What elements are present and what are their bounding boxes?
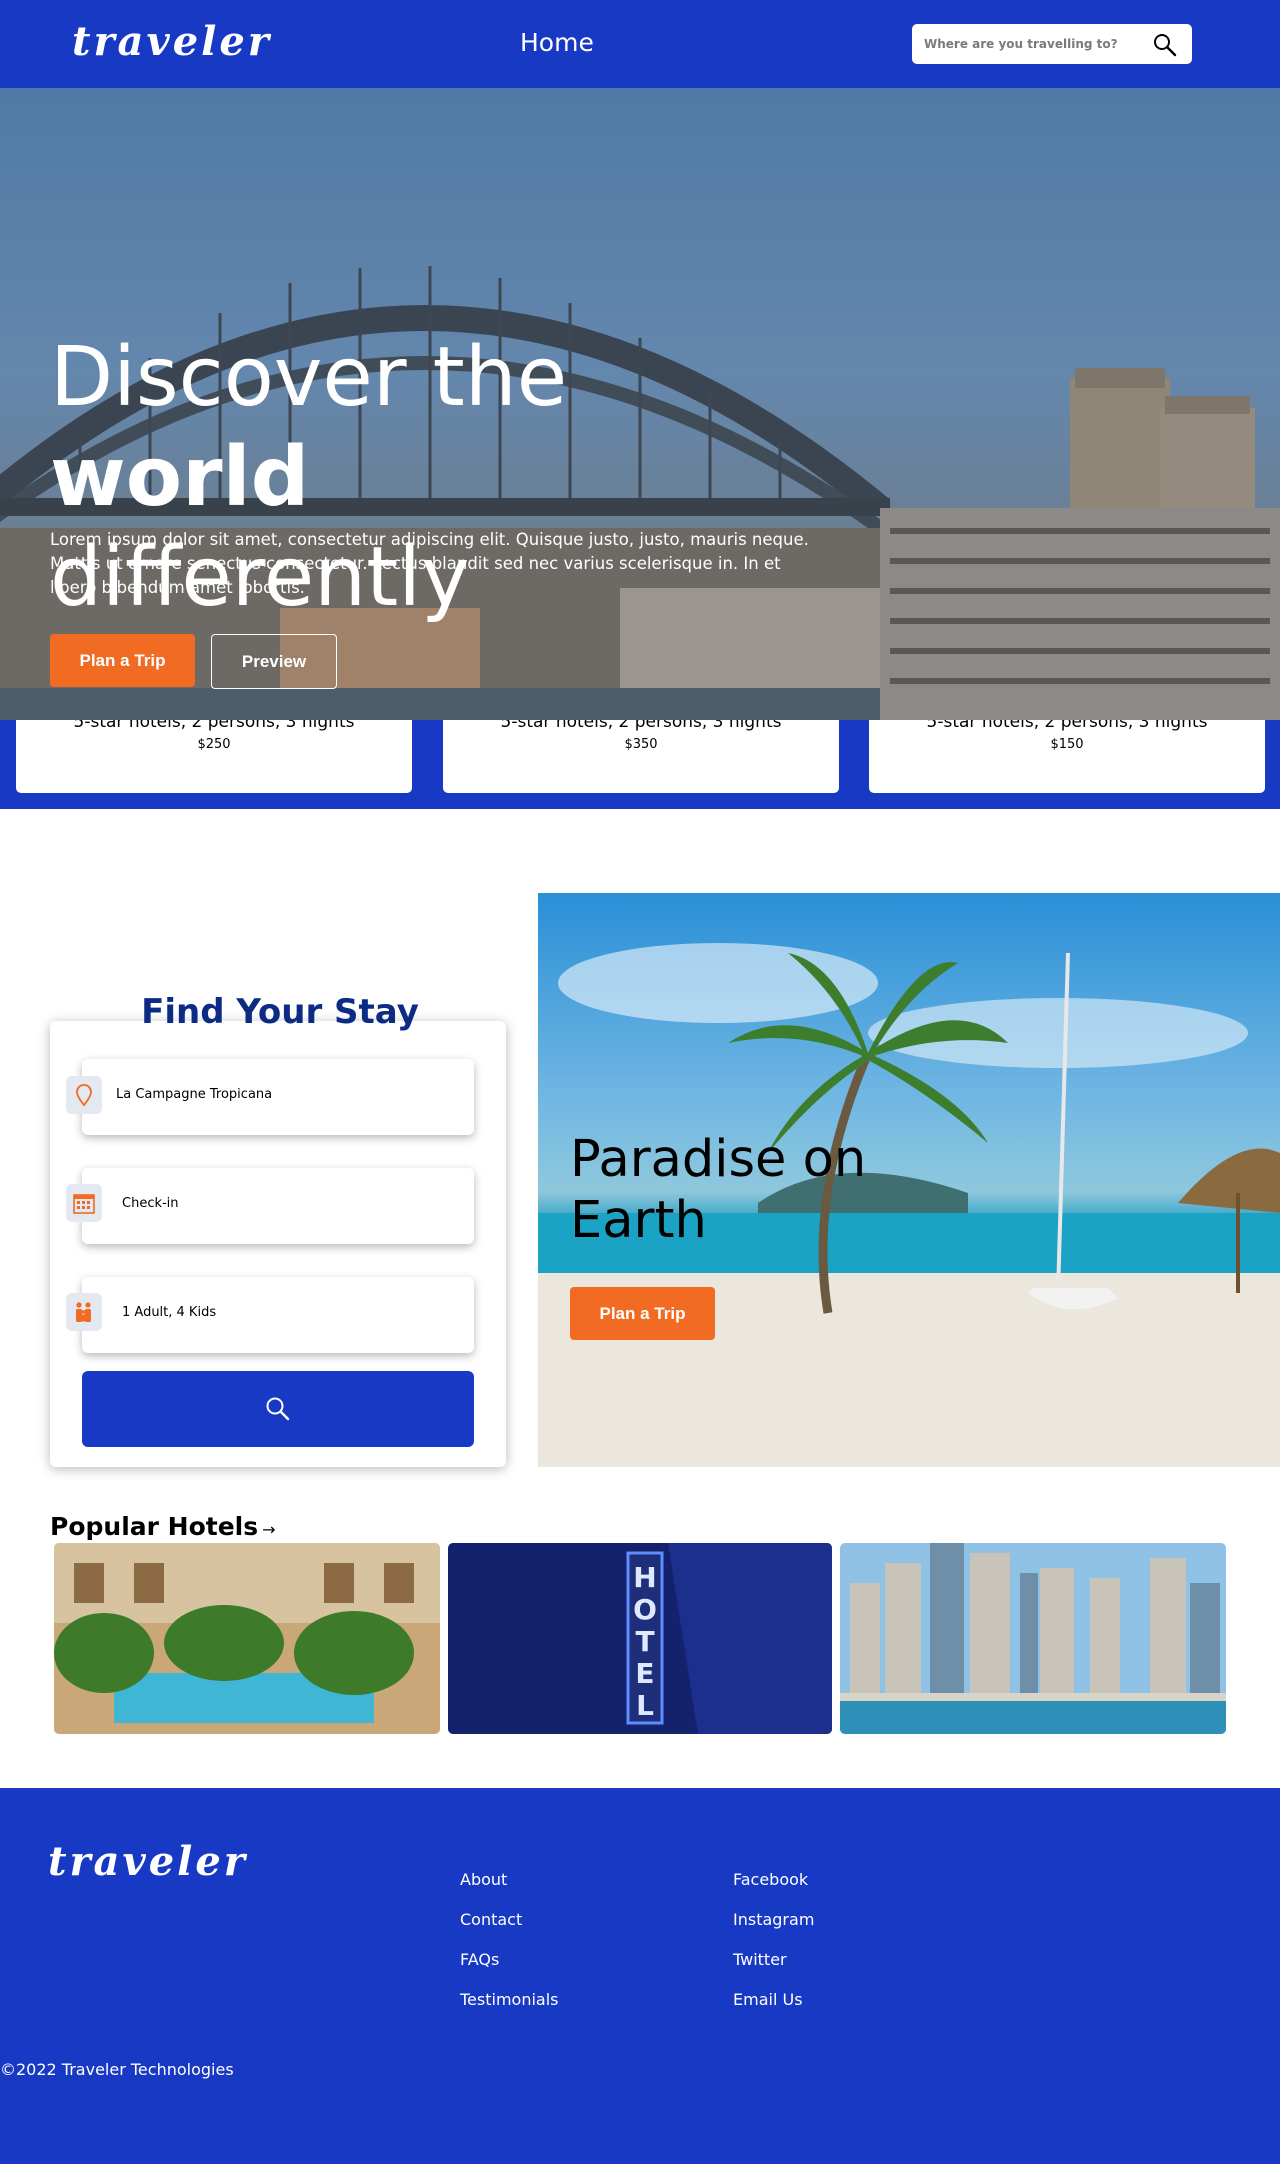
search-icon[interactable] xyxy=(1152,32,1178,58)
calendar-icon xyxy=(66,1184,102,1222)
deal-price: $350 xyxy=(624,737,658,752)
popular-hotels-heading[interactable]: Popular Hotels → xyxy=(50,1512,276,1541)
footer-link-instagram[interactable]: Instagram xyxy=(733,1910,814,1950)
paradise-plan-trip-button[interactable]: Plan a Trip xyxy=(570,1287,715,1340)
family-icon xyxy=(66,1293,102,1331)
deal-description: 5-star hotels, 2 persons, 3 nights xyxy=(500,720,782,732)
paradise-section: Paradise on Earth Plan a Trip xyxy=(538,893,1280,1467)
footer-traveler-logo[interactable]: traveler xyxy=(48,1838,248,1885)
footer: traveler About Contact FAQs Testimonials… xyxy=(0,1788,1280,2164)
deal-price: $150 xyxy=(1050,737,1084,752)
location-field[interactable]: La Campagne Tropicana xyxy=(82,1059,474,1135)
find-stay-title: Find Your Stay xyxy=(141,992,419,1032)
checkin-field[interactable]: Check-in xyxy=(82,1168,474,1244)
hero-description: Lorem ipsum dolor sit amet, consectetur … xyxy=(50,530,809,597)
svg-text:E: E xyxy=(635,1657,654,1690)
svg-text:O: O xyxy=(633,1593,657,1626)
location-value: La Campagne Tropicana xyxy=(116,1087,273,1102)
footer-link-about[interactable]: About xyxy=(460,1870,559,1910)
deal-card[interactable]: 5-star hotels, 2 persons, 3 nights $350 xyxy=(443,720,839,793)
hero-plan-trip-button[interactable]: Plan a Trip xyxy=(50,634,195,687)
footer-link-email[interactable]: Email Us xyxy=(733,1990,814,2030)
traveler-logo[interactable]: traveler xyxy=(72,18,272,65)
footer-links-company: About Contact FAQs Testimonials xyxy=(460,1870,559,2030)
footer-link-testimonials[interactable]: Testimonials xyxy=(460,1990,559,2030)
arrow-right-icon: → xyxy=(262,1520,276,1539)
checkin-label: Check-in xyxy=(122,1196,179,1211)
copyright-text: ©2022 Traveler Technologies xyxy=(0,2060,234,2079)
svg-text:T: T xyxy=(635,1625,654,1658)
deal-description: 5-star hotels, 2 persons, 3 nights xyxy=(926,720,1208,732)
footer-link-faqs[interactable]: FAQs xyxy=(460,1950,559,1990)
hotel-image-neon-sign[interactable]: HOTEL xyxy=(448,1543,832,1734)
deal-card[interactable]: 5-star hotels, 2 persons, 3 nights $250 xyxy=(16,720,412,793)
location-pin-icon xyxy=(66,1076,102,1114)
destination-search-input[interactable] xyxy=(924,32,1144,56)
footer-link-facebook[interactable]: Facebook xyxy=(733,1870,814,1910)
deal-price: $250 xyxy=(197,737,231,752)
destination-search xyxy=(912,24,1192,64)
footer-link-contact[interactable]: Contact xyxy=(460,1910,559,1950)
svg-text:H: H xyxy=(633,1561,656,1594)
hero-preview-button[interactable]: Preview xyxy=(211,634,337,689)
svg-text:L: L xyxy=(636,1689,654,1722)
hotel-image-courtyard[interactable] xyxy=(54,1543,440,1734)
deal-description: 5-star hotels, 2 persons, 3 nights xyxy=(73,720,355,732)
footer-links-social: Facebook Instagram Twitter Email Us xyxy=(733,1870,814,2030)
nav-link-home[interactable]: Home xyxy=(520,28,594,57)
footer-link-twitter[interactable]: Twitter xyxy=(733,1950,814,1990)
find-stay-search-button[interactable] xyxy=(82,1371,474,1447)
deals-band: 5-star hotels, 2 persons, 3 nights $250 … xyxy=(0,720,1280,809)
hotel-image-marina-towers[interactable] xyxy=(840,1543,1226,1734)
hero-section: Discover the world differently Lorem ips… xyxy=(0,88,1280,720)
deal-card[interactable]: 5-star hotels, 2 persons, 3 nights $150 xyxy=(869,720,1265,793)
guests-value: 1 Adult, 4 Kids xyxy=(122,1305,217,1320)
paradise-title: Paradise on Earth xyxy=(570,1130,867,1250)
guests-field[interactable]: 1 Adult, 4 Kids xyxy=(82,1277,474,1353)
search-icon xyxy=(266,1397,290,1421)
top-navbar: traveler Home xyxy=(0,0,1280,88)
